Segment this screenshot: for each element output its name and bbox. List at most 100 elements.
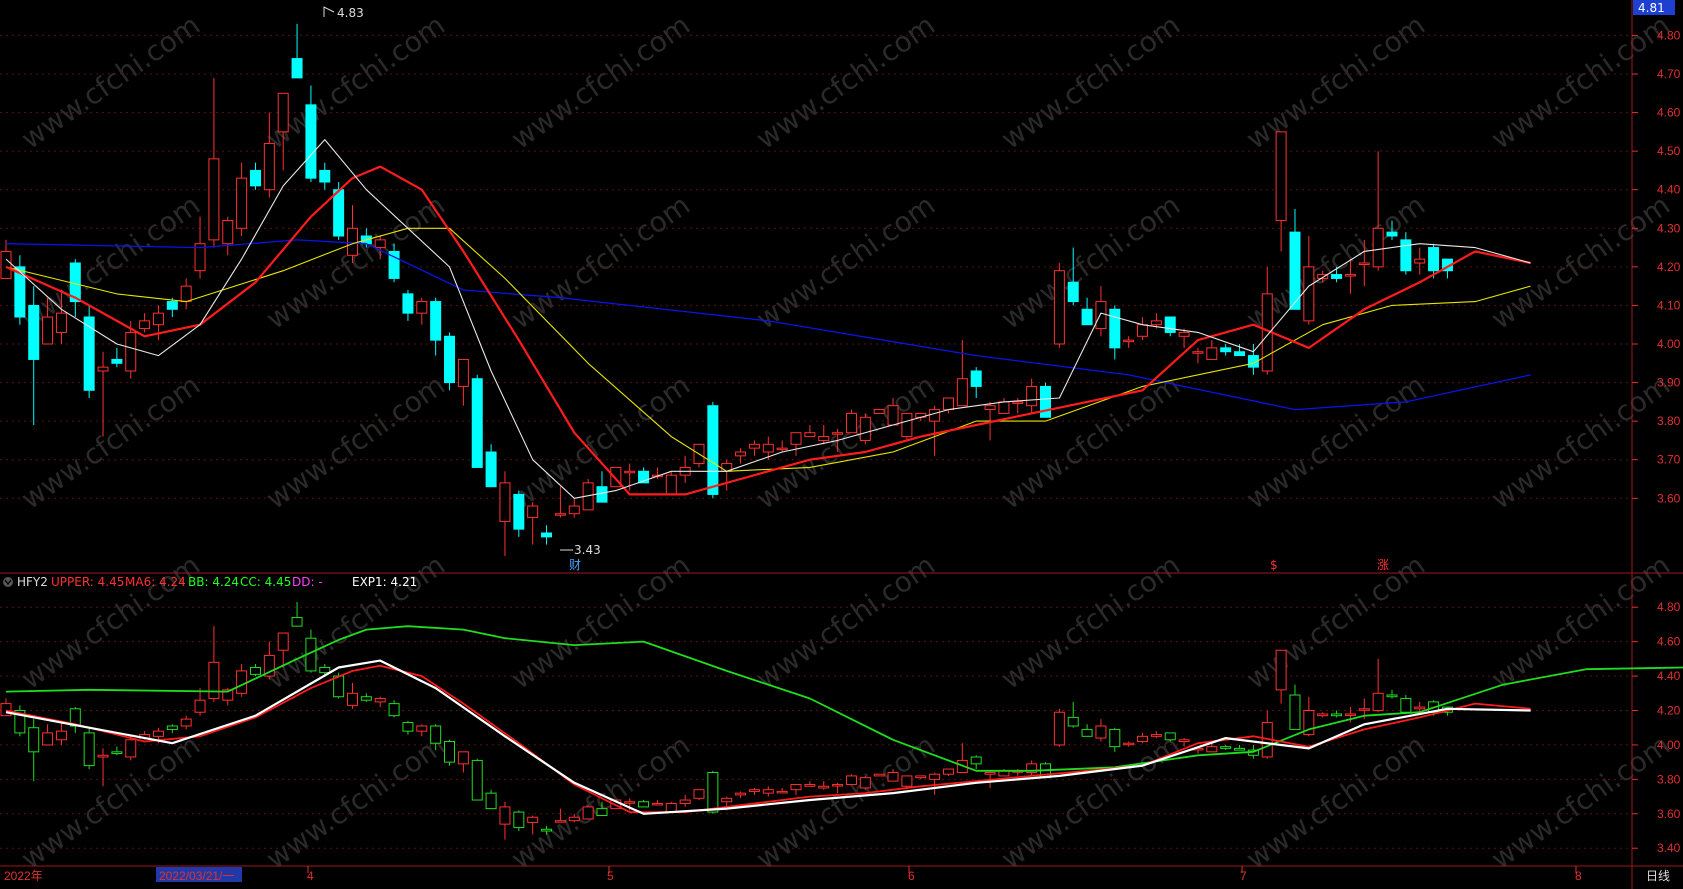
watermark-text: www.cfchi.com: [750, 368, 941, 515]
candle-body: [1095, 725, 1107, 739]
y-tick-label: 4.70: [1657, 67, 1681, 81]
y-tick-label: 4.00: [1657, 337, 1681, 351]
candle-body: [111, 358, 123, 364]
candle-body: [319, 169, 331, 183]
y-tick-label: 4.40: [1657, 669, 1681, 683]
event-marker-rise[interactable]: 涨: [1377, 557, 1389, 572]
y-tick-label: 4.30: [1657, 221, 1681, 235]
candle-body: [901, 775, 913, 787]
candle-body: [735, 792, 747, 796]
watermark-text: www.cfchi.com: [750, 8, 941, 155]
watermark-text: www.cfchi.com: [750, 188, 941, 335]
candle-body: [1053, 711, 1065, 746]
candle-body: [1331, 713, 1343, 717]
candle-body: [1386, 231, 1398, 237]
candle-body: [984, 405, 996, 411]
candle-body: [263, 142, 275, 191]
y-tick-label: 3.80: [1657, 772, 1681, 786]
candle-body: [1331, 274, 1343, 279]
candle-body: [55, 312, 67, 333]
watermark-text: www.cfchi.com: [505, 548, 696, 695]
candle-body: [125, 739, 137, 758]
candle-body: [139, 320, 151, 330]
y-tick-label: 4.60: [1657, 106, 1681, 120]
y-tick-label: 3.70: [1657, 453, 1681, 467]
event-marker-finance[interactable]: 财: [569, 558, 581, 572]
watermark-text: www.cfchi.com: [505, 188, 696, 335]
watermark-text: www.cfchi.com: [260, 368, 451, 515]
candle-body: [457, 751, 469, 765]
candle-body: [97, 754, 109, 758]
candle-body: [762, 789, 774, 794]
candle-body: [374, 697, 386, 703]
y-tick-label: 4.40: [1657, 183, 1681, 197]
candle-body: [471, 378, 483, 468]
candle-body: [0, 250, 12, 279]
period-button[interactable]: 日线: [1646, 869, 1670, 883]
candle-body: [873, 409, 885, 414]
watermark-text: www.cfchi.com: [1485, 728, 1676, 875]
indicator-legend: HFY2 UPPER: 4.45 MA6: 4.24 BB: 4.24 CC: …: [3, 575, 417, 589]
event-marker-dollar[interactable]: $: [1270, 558, 1278, 572]
candle-body: [887, 771, 899, 782]
candle-body: [388, 703, 400, 717]
candle-body: [402, 722, 414, 732]
candle-body: [277, 92, 289, 133]
candle-body: [1178, 739, 1190, 742]
candle-body: [818, 785, 830, 789]
candle-body: [804, 432, 816, 438]
legend-ma6: MA6: 4.24: [125, 575, 186, 589]
candle-body: [333, 189, 345, 237]
collapse-icon[interactable]: [3, 577, 13, 587]
candle-body: [554, 820, 566, 823]
candle-body: [1358, 262, 1370, 265]
watermark-text: www.cfchi.com: [995, 548, 1186, 695]
candle-body: [347, 227, 358, 256]
candle-body: [402, 293, 414, 314]
candle-body: [1358, 708, 1370, 711]
candle-body: [1400, 239, 1412, 272]
candle-body: [596, 486, 608, 503]
candle-body: [873, 773, 885, 777]
candle-body: [222, 220, 234, 245]
candle-body: [1206, 347, 1218, 360]
watermark-text: www.cfchi.com: [1240, 368, 1431, 515]
y-tick-label: 3.40: [1657, 841, 1681, 855]
candle-body: [832, 784, 844, 787]
candle-body: [1220, 347, 1232, 353]
candle-body: [360, 696, 372, 701]
candle-body: [1109, 308, 1121, 349]
candle-body: [1123, 742, 1135, 746]
candle-body: [97, 366, 109, 372]
candle-body: [208, 158, 220, 241]
y-tick-label: 4.80: [1657, 600, 1681, 614]
candle-body: [1192, 351, 1204, 354]
candle-body: [527, 505, 539, 519]
candle-body: [859, 416, 871, 441]
candle-body: [513, 493, 525, 530]
legend-bb: BB: 4.24: [188, 575, 239, 589]
x-label-jun: 6: [908, 869, 915, 883]
candle-body: [1081, 728, 1093, 737]
candle-body: [1372, 692, 1384, 712]
y-tick-label: 4.20: [1657, 260, 1681, 274]
watermark-text: www.cfchi.com: [15, 368, 206, 515]
candle-body: [430, 301, 442, 341]
candle-body: [83, 316, 95, 391]
candle-body: [1400, 697, 1412, 713]
watermark-text: www.cfchi.com: [260, 728, 451, 875]
candle-body: [111, 751, 123, 755]
candle-body: [83, 732, 95, 767]
x-label-cursor-date: 2022/03/21/一: [159, 869, 234, 883]
y-tick-label: 4.20: [1657, 704, 1681, 718]
candle-body: [1372, 227, 1384, 268]
candle-body: [1344, 274, 1356, 277]
candle-body: [347, 692, 358, 706]
candle-body: [1040, 385, 1051, 418]
candle-body: [1150, 320, 1162, 326]
candle-body: [1275, 131, 1287, 222]
candle-body: [970, 756, 982, 765]
candle-body: [319, 666, 331, 674]
y-tick-label: 4.00: [1657, 738, 1681, 752]
candle-body: [444, 335, 456, 384]
